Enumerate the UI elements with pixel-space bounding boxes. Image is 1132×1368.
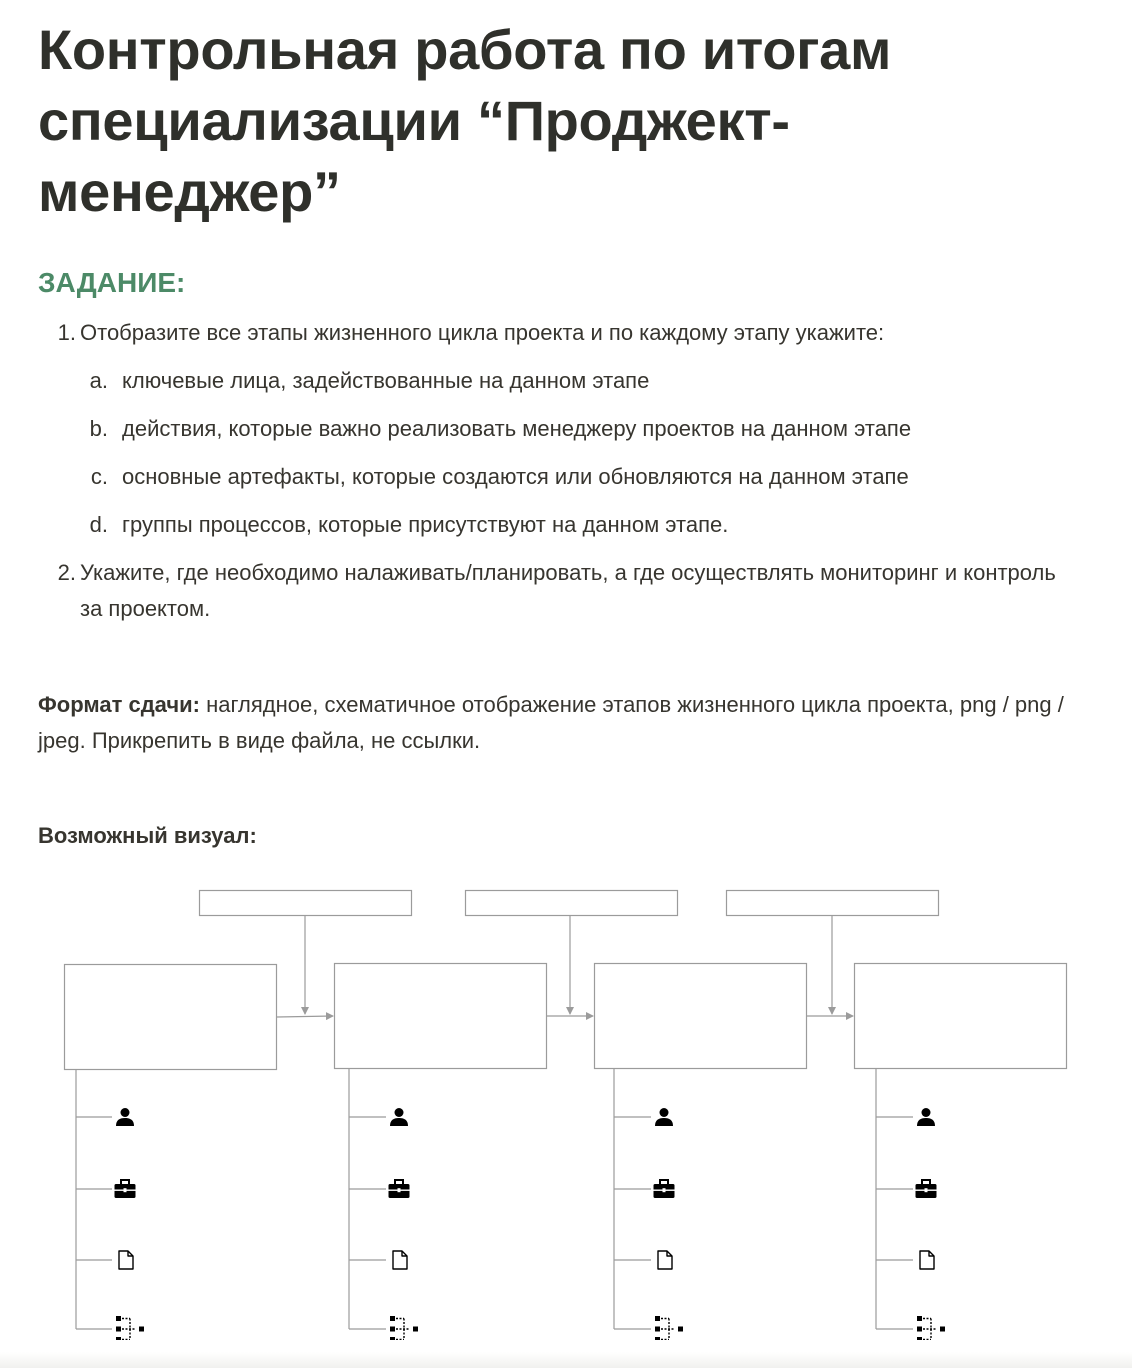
task-number: 2. xyxy=(57,560,76,585)
person-icon xyxy=(116,1108,134,1126)
briefcase-icon xyxy=(915,1179,937,1199)
subtask-item-a: a. ключевые лица, задействованные на дан… xyxy=(82,363,1082,399)
page-title: Контрольная работа по итогам специализац… xyxy=(38,18,892,223)
lifecycle-diagram xyxy=(63,889,1068,1340)
stage-box xyxy=(333,962,548,1070)
document-icon xyxy=(118,1250,134,1270)
subtask-letter: a. xyxy=(89,368,108,393)
subtask-text: основные артефакты, которые создаются ил… xyxy=(122,464,909,489)
document-icon xyxy=(392,1250,408,1270)
stage-box xyxy=(63,963,278,1071)
subtask-letter: b. xyxy=(89,416,108,441)
connector-box xyxy=(464,889,679,917)
hierarchy-icon xyxy=(390,1316,419,1340)
briefcase-icon xyxy=(653,1179,675,1199)
stage-icons-4 xyxy=(915,1108,946,1340)
task-text: Укажите, где необходимо налаживать/плани… xyxy=(80,560,1056,621)
diagram-branches xyxy=(75,1069,913,1330)
stage-icons-2 xyxy=(388,1108,419,1340)
task-item-2: 2. Укажите, где необходимо налаживать/пл… xyxy=(40,555,1100,627)
task-number: 1. xyxy=(57,320,76,345)
branch-lines xyxy=(75,1070,112,1330)
document-icon xyxy=(919,1250,935,1270)
stage-icons-3 xyxy=(653,1108,684,1340)
person-icon xyxy=(917,1108,935,1126)
hierarchy-icon xyxy=(116,1316,145,1340)
submission-format: Формат сдачи: наглядное, схематичное ото… xyxy=(38,687,1098,759)
hierarchy-icon xyxy=(655,1316,684,1340)
branch-lines xyxy=(613,1069,651,1330)
stage-arrow xyxy=(276,1012,334,1021)
person-icon xyxy=(655,1108,673,1126)
diagram-connector-boxes xyxy=(198,889,940,917)
task-item-1: 1. Отобразите все этапы жизненного цикла… xyxy=(40,315,1100,351)
submission-label: Формат сдачи: xyxy=(38,692,200,717)
subtask-text: ключевые лица, задействованные на данном… xyxy=(122,368,650,393)
page-bottom-fade xyxy=(0,1352,1132,1368)
briefcase-icon xyxy=(114,1179,136,1199)
stage-icons-1 xyxy=(114,1108,145,1340)
person-icon xyxy=(390,1108,408,1126)
subtask-text: действия, которые важно реализовать мене… xyxy=(122,416,912,441)
subtask-item-d: d. группы процессов, которые присутствую… xyxy=(82,507,1082,543)
subtask-item-c: c. основные артефакты, которые создаются… xyxy=(82,459,1082,495)
stage-box xyxy=(853,962,1068,1070)
hierarchy-icon xyxy=(917,1316,946,1340)
task-text: Отобразите все этапы жизненного цикла пр… xyxy=(80,320,885,345)
stage-box xyxy=(593,962,808,1070)
subtask-item-b: b. действия, которые важно реализовать м… xyxy=(82,411,1082,447)
task-heading: ЗАДАНИЕ: xyxy=(38,267,186,298)
subtask-text: группы процессов, которые присутствуют н… xyxy=(122,512,729,537)
branch-lines xyxy=(348,1069,386,1330)
subtask-letter: c. xyxy=(90,464,108,489)
visual-label: Возможный визуал: xyxy=(38,823,257,848)
document-icon xyxy=(657,1250,673,1270)
briefcase-icon xyxy=(388,1179,410,1199)
connector-box xyxy=(198,889,413,917)
branch-lines xyxy=(875,1069,913,1330)
connector-box xyxy=(725,889,940,917)
subtask-letter: d. xyxy=(89,512,108,537)
